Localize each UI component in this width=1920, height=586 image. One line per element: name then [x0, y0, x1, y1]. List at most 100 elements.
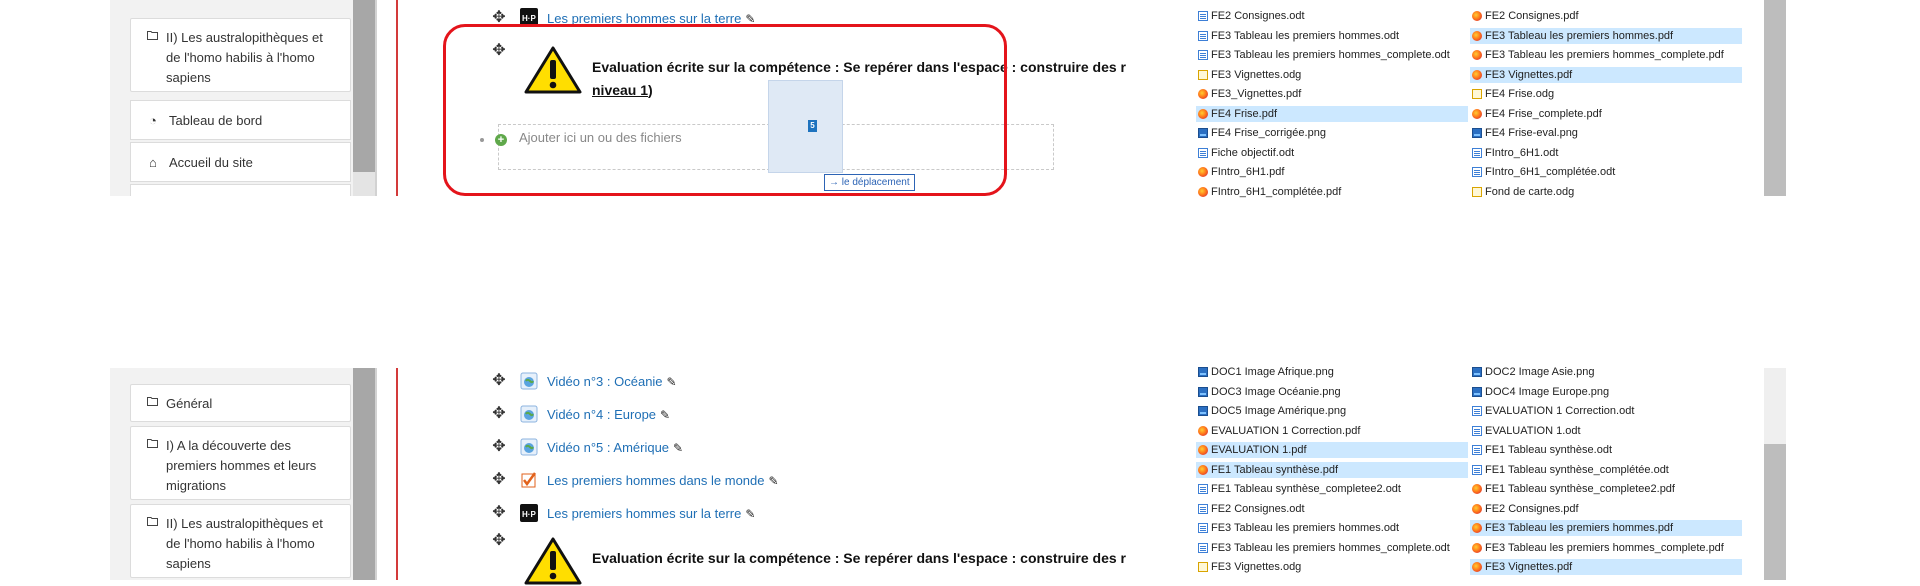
file-item[interactable]: FE2 Consignes.odt — [1196, 8, 1468, 24]
pdf-file-icon — [1198, 89, 1208, 99]
explorer-scroll-thumb[interactable] — [1764, 444, 1786, 580]
file-item[interactable]: FE4 Frise-eval.png — [1470, 125, 1742, 141]
file-name: Fiche objectif.odt — [1211, 146, 1295, 159]
file-name: Fond de carte.odg — [1485, 185, 1575, 198]
file-name: FE4 Frise_complete.pdf — [1485, 107, 1602, 120]
file-item[interactable]: FE1 Tableau synthèse_completee2.odt — [1196, 481, 1468, 497]
file-name: FIntro_6H1_complétée.odt — [1485, 166, 1616, 178]
file-item[interactable]: FE2 Consignes.pdf — [1470, 501, 1742, 517]
file-item[interactable]: EVALUATION 1.odt — [1470, 423, 1742, 439]
file-item[interactable]: FE3_Vignettes.pdf — [1196, 86, 1468, 102]
file-item[interactable]: FE4 Frise_corrigée.png — [1196, 125, 1468, 141]
sidebar-link-site-home[interactable]: ⌂ Accueil du site — [130, 142, 351, 182]
url-globe-icon — [520, 438, 538, 456]
file-item[interactable]: EVALUATION 1.pdf — [1196, 442, 1468, 458]
explorer-scroll-thumb[interactable] — [1764, 0, 1786, 196]
sidebar-link-dashboard[interactable]: ◔ Tableau de bord — [130, 100, 351, 140]
sidebar-link-label: Accueil du site — [169, 155, 253, 170]
edit-pencil-icon[interactable]: ✎ — [667, 373, 677, 391]
sidebar-section-general[interactable]: Général — [130, 384, 351, 422]
move-handle-icon[interactable]: ✥ — [490, 471, 508, 489]
sidebar-section-decouverte[interactable]: I) A la découverte des premiers hommes e… — [130, 426, 351, 500]
file-item[interactable]: FE1 Tableau synthèse.odt — [1470, 442, 1742, 458]
file-item[interactable]: FE3 Tableau les premiers hommes.pdf — [1470, 27, 1742, 44]
file-item[interactable]: FE2 Consignes.odt — [1196, 501, 1468, 517]
file-item[interactable]: FIntro_6H1.pdf — [1196, 164, 1468, 180]
png-file-icon — [1472, 128, 1482, 138]
file-item[interactable]: FE1 Tableau synthèse_completee2.pdf — [1470, 481, 1742, 497]
edit-pencil-icon[interactable]: ✎ — [673, 439, 683, 457]
file-name: EVALUATION 1.odt — [1485, 424, 1581, 437]
activity-label[interactable]: Vidéo n°3 : Océanie — [547, 374, 663, 389]
sidebar-scroll-thumb[interactable] — [353, 0, 375, 172]
file-item[interactable]: FE3 Tableau les premiers hommes.odt — [1196, 520, 1468, 536]
file-item[interactable]: FE1 Tableau synthèse.pdf — [1196, 461, 1468, 478]
file-item[interactable]: FE4 Frise.odg — [1470, 86, 1742, 102]
activity-link[interactable]: Vidéo n°5 : Amérique ✎ — [547, 439, 683, 457]
edit-pencil-icon[interactable]: ✎ — [660, 406, 670, 424]
file-item[interactable]: FE1 Tableau synthèse_complétée.odt — [1470, 462, 1742, 478]
sidebar-section-australopitheques[interactable]: II) Les australopithèques et de l'homo h… — [130, 18, 351, 92]
pdf-file-icon — [1472, 11, 1482, 21]
file-item[interactable]: FE2 Consignes.pdf — [1470, 8, 1742, 24]
move-handle-icon[interactable]: ✥ — [490, 504, 508, 522]
file-item[interactable]: FE3 Vignettes.pdf — [1470, 66, 1742, 83]
file-item[interactable]: DOC2 Image Asie.png — [1470, 364, 1742, 380]
file-name: DOC2 Image Asie.png — [1485, 366, 1595, 378]
move-handle-icon[interactable]: ✥ — [490, 405, 508, 423]
file-item[interactable]: Fiche objectif.odt — [1196, 145, 1468, 161]
move-handle-icon[interactable]: ✥ — [490, 532, 508, 550]
file-item[interactable]: FIntro_6H1.odt — [1470, 145, 1742, 161]
activity-link[interactable]: Les premiers hommes sur la terre ✎ — [547, 505, 755, 523]
edit-pencil-icon[interactable]: ✎ — [769, 472, 779, 490]
odt-file-icon — [1198, 11, 1208, 21]
file-name: EVALUATION 1 Correction.pdf — [1211, 424, 1361, 437]
file-item[interactable]: FE3 Tableau les premiers hommes_complete… — [1470, 47, 1742, 63]
file-item[interactable]: FE3 Tableau les premiers hommes.odt — [1196, 28, 1468, 44]
file-name: FIntro_6H1.pdf — [1211, 166, 1285, 178]
activity-label[interactable]: Les premiers hommes dans le monde — [547, 473, 765, 488]
file-name: FE2 Consignes.pdf — [1485, 10, 1579, 22]
edit-pencil-icon[interactable]: ✎ — [745, 505, 755, 523]
file-item[interactable]: FE3 Tableau les premiers hommes_complete… — [1196, 540, 1468, 556]
file-item[interactable]: FIntro_6H1_complétée.odt — [1470, 164, 1742, 180]
activity-label[interactable]: Vidéo n°4 : Europe — [547, 407, 656, 422]
file-item[interactable]: FE3 Vignettes.pdf — [1470, 559, 1742, 575]
url-globe-icon — [520, 405, 538, 423]
file-name: FE3 Vignettes.pdf — [1485, 561, 1573, 573]
file-name: DOC3 Image Océanie.png — [1211, 385, 1341, 398]
file-item[interactable]: FE3 Tableau les premiers hommes.pdf — [1470, 520, 1742, 536]
pdf-file-icon — [1472, 50, 1482, 60]
file-item[interactable]: EVALUATION 1 Correction.odt — [1470, 403, 1742, 419]
odt-file-icon — [1198, 484, 1208, 494]
file-name: FE3 Tableau les premiers hommes_complete… — [1211, 49, 1450, 61]
file-item[interactable]: FE3 Vignettes.odg — [1196, 67, 1468, 83]
file-item[interactable]: Fond de carte.odg — [1470, 184, 1742, 200]
file-item[interactable]: DOC4 Image Europe.png — [1470, 384, 1742, 400]
activity-link[interactable]: Vidéo n°4 : Europe ✎ — [547, 406, 670, 424]
file-item[interactable]: FE4 Frise_complete.pdf — [1470, 106, 1742, 122]
activity-label[interactable]: Vidéo n°5 : Amérique — [547, 440, 669, 455]
file-name: FE1 Tableau synthèse_completee2.pdf — [1485, 483, 1675, 495]
file-item[interactable]: DOC1 Image Afrique.png — [1196, 364, 1468, 380]
file-item[interactable]: FIntro_6H1_complétée.pdf — [1196, 184, 1468, 200]
file-item[interactable]: DOC5 Image Amérique.png — [1196, 403, 1468, 419]
file-item[interactable]: FE4 Frise.pdf — [1196, 105, 1468, 122]
sidebar-link-next[interactable] — [130, 184, 351, 196]
sidebar-section-australopitheques[interactable]: II) Les australopithèques et de l'homo h… — [130, 504, 351, 578]
file-name: FE3 Tableau les premiers hommes.pdf — [1485, 522, 1674, 534]
activity-label[interactable]: Les premiers hommes sur la terre — [547, 506, 741, 521]
file-item[interactable]: FE3 Tableau les premiers hommes_complete… — [1470, 540, 1742, 556]
move-handle-icon[interactable]: ✥ — [490, 438, 508, 456]
file-item[interactable]: FE3 Vignettes.odg — [1196, 559, 1468, 575]
activity-link[interactable]: Les premiers hommes dans le monde ✎ — [547, 472, 779, 490]
file-item[interactable]: DOC3 Image Océanie.png — [1196, 384, 1468, 400]
odt-file-icon — [1472, 406, 1482, 416]
activity-link[interactable]: Vidéo n°3 : Océanie ✎ — [547, 373, 677, 391]
sidebar-scroll-thumb[interactable] — [353, 368, 375, 580]
move-handle-icon[interactable]: ✥ — [490, 372, 508, 390]
file-item[interactable]: EVALUATION 1 Correction.pdf — [1196, 423, 1468, 439]
pdf-file-icon — [1472, 542, 1482, 553]
file-item[interactable]: FE3 Tableau les premiers hommes_complete… — [1196, 47, 1468, 63]
file-name: FIntro_6H1.odt — [1485, 146, 1559, 159]
